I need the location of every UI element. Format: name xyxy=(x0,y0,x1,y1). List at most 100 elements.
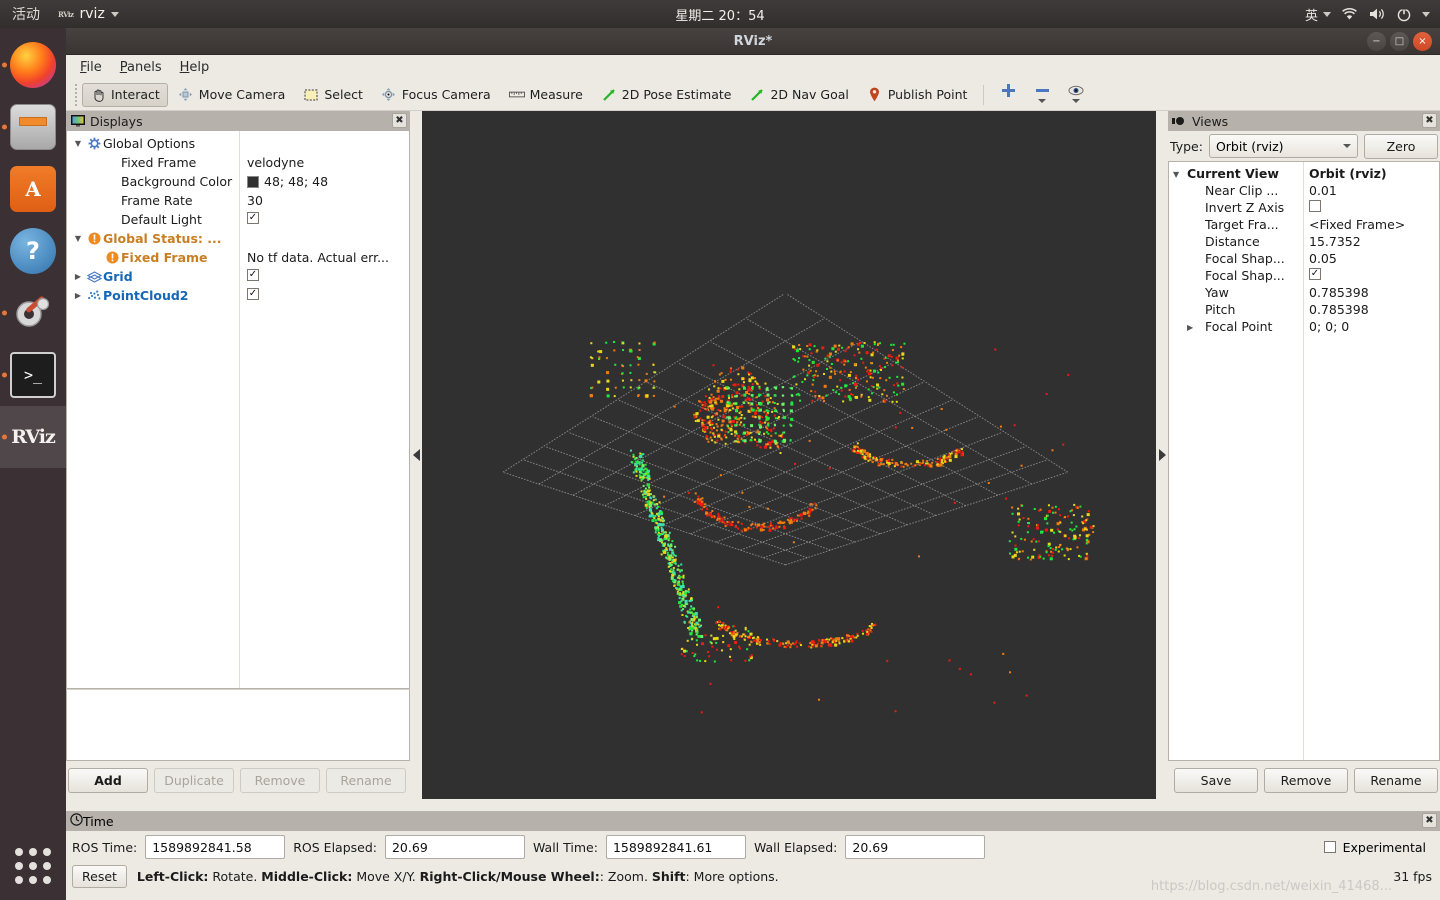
displays-row-global-options[interactable]: ▼Global Options xyxy=(67,134,409,153)
rename-view-button[interactable]: Rename xyxy=(1354,768,1438,793)
expand-arrow-closed-icon[interactable]: ▶ xyxy=(1187,323,1193,332)
views-row-value[interactable]: 0.05 xyxy=(1309,251,1337,266)
chevron-down-icon[interactable] xyxy=(1422,12,1430,17)
wall-elapsed-input[interactable]: 20.69 xyxy=(845,835,985,859)
views-row-value[interactable]: Orbit (rviz) xyxy=(1309,166,1387,181)
displays-row-default-light[interactable]: Default Light✓ xyxy=(67,210,409,229)
launcher-item-files[interactable] xyxy=(0,96,66,158)
displays-row-fixed-frame[interactable]: Fixed Framevelodyne xyxy=(67,153,409,172)
views-tree[interactable]: ▼Current ViewOrbit (rviz)Near Clip ...0.… xyxy=(1168,161,1440,761)
menu-panels[interactable]: Panels xyxy=(120,60,162,75)
expand-arrow-closed-icon[interactable]: ▶ xyxy=(71,291,85,300)
tool-interact[interactable]: Interact xyxy=(82,83,168,107)
tool-publish-point[interactable]: Publish Point xyxy=(859,83,976,107)
views-row-value[interactable] xyxy=(1309,200,1321,212)
displays-row-value[interactable]: 30 xyxy=(247,193,263,208)
volume-icon[interactable] xyxy=(1368,7,1386,21)
tool-2d-nav-goal[interactable]: 2D Nav Goal xyxy=(741,83,856,107)
tool-focus-camera[interactable]: Focus Camera xyxy=(373,83,499,107)
3d-viewport[interactable] xyxy=(422,111,1156,799)
checkbox[interactable]: ✓ xyxy=(247,212,259,224)
displays-row-frame-rate[interactable]: Frame Rate30 xyxy=(67,191,409,210)
remove-view-button[interactable]: Remove xyxy=(1264,768,1348,793)
views-row-distance[interactable]: Distance15.7352 xyxy=(1169,234,1439,251)
expand-arrow-open-icon[interactable]: ▼ xyxy=(71,139,85,148)
close-icon[interactable]: ✖ xyxy=(1422,113,1437,128)
zero-button[interactable]: Zero xyxy=(1364,134,1438,159)
views-row-pitch[interactable]: Pitch0.785398 xyxy=(1169,302,1439,319)
add-button[interactable]: Add xyxy=(68,768,148,793)
views-row-focal-shap[interactable]: Focal Shap...✓ xyxy=(1169,268,1439,285)
displays-row-value[interactable]: No tf data. Actual err... xyxy=(247,250,389,265)
displays-row-pointcloud2[interactable]: ▶PointCloud2✓ xyxy=(67,286,409,305)
expand-arrow-open-icon[interactable]: ▼ xyxy=(71,234,85,243)
displays-row-global-status[interactable]: ▼Global Status: ... xyxy=(67,229,409,248)
tool-move-camera[interactable]: Move Camera xyxy=(170,83,294,107)
views-row-focal-shap[interactable]: Focal Shap...0.05 xyxy=(1169,251,1439,268)
launcher-item-software[interactable]: A xyxy=(0,158,66,220)
toolbar-grip[interactable] xyxy=(72,84,80,106)
remove-tool-button[interactable] xyxy=(1026,83,1058,107)
tool-2d-pose-estimate[interactable]: 2D Pose Estimate xyxy=(593,83,740,107)
views-row-yaw[interactable]: Yaw0.785398 xyxy=(1169,285,1439,302)
experimental-checkbox[interactable] xyxy=(1324,841,1336,853)
launcher-item-rviz[interactable]: RViz xyxy=(0,406,66,468)
wifi-icon[interactable] xyxy=(1341,7,1358,21)
displays-row-value[interactable]: ✓ xyxy=(247,269,259,281)
menu-help[interactable]: Help xyxy=(180,60,210,75)
power-icon[interactable] xyxy=(1396,7,1412,22)
reset-button[interactable]: Reset xyxy=(72,865,127,888)
views-row-value[interactable]: 0.785398 xyxy=(1309,302,1369,317)
save-button[interactable]: Save xyxy=(1174,768,1258,793)
launcher-item-firefox[interactable] xyxy=(0,34,66,96)
checkbox[interactable]: ✓ xyxy=(247,269,259,281)
visibility-button[interactable] xyxy=(1060,83,1092,107)
clock[interactable]: 星期二 20：54 xyxy=(0,5,1440,24)
displays-row-fixed-frame[interactable]: Fixed FrameNo tf data. Actual err... xyxy=(67,248,409,267)
displays-row-grid[interactable]: ▶Grid✓ xyxy=(67,267,409,286)
displays-row-value[interactable]: ✓ xyxy=(247,212,259,224)
expand-arrow-open-icon[interactable]: ▼ xyxy=(1173,170,1179,179)
displays-tree[interactable]: ▼Global OptionsFixed FramevelodyneBackgr… xyxy=(66,131,410,689)
collapse-left-splitter[interactable] xyxy=(410,111,422,799)
views-row-focal-point[interactable]: ▶Focal Point0; 0; 0 xyxy=(1169,319,1439,336)
show-applications-button[interactable] xyxy=(0,838,66,894)
wall-time-input[interactable]: 1589892841.61 xyxy=(606,835,746,859)
color-swatch[interactable] xyxy=(247,176,259,188)
displays-row-value[interactable]: velodyne xyxy=(247,155,304,170)
views-row-value[interactable]: 0.01 xyxy=(1309,183,1337,198)
add-tool-button[interactable] xyxy=(992,83,1024,107)
close-icon[interactable]: ✖ xyxy=(1422,813,1437,828)
launcher-item-settings[interactable] xyxy=(0,282,66,344)
tool-measure[interactable]: Measure xyxy=(501,83,591,107)
checkbox[interactable]: ✓ xyxy=(247,288,259,300)
maximize-button[interactable]: □ xyxy=(1390,32,1409,51)
experimental-toggle[interactable]: Experimental xyxy=(1324,840,1426,855)
views-row-target-fra[interactable]: Target Fra...<Fixed Frame> xyxy=(1169,217,1439,234)
views-row-value[interactable]: 0; 0; 0 xyxy=(1309,319,1349,334)
views-row-invert-z-axis[interactable]: Invert Z Axis xyxy=(1169,200,1439,217)
views-row-near-clip[interactable]: Near Clip ...0.01 xyxy=(1169,183,1439,200)
displays-row-value[interactable]: ✓ xyxy=(247,288,259,300)
views-row-current-view[interactable]: ▼Current ViewOrbit (rviz) xyxy=(1169,166,1439,183)
views-row-value[interactable]: 15.7352 xyxy=(1309,234,1361,249)
displays-row-value[interactable]: 48; 48; 48 xyxy=(247,174,328,189)
expand-arrow-closed-icon[interactable]: ▶ xyxy=(71,272,85,281)
launcher-item-help[interactable]: ? xyxy=(0,220,66,282)
input-method-indicator[interactable]: 英 xyxy=(1305,5,1331,24)
displays-row-background-color[interactable]: Background Color48; 48; 48 xyxy=(67,172,409,191)
ros-time-input[interactable]: 1589892841.58 xyxy=(145,835,285,859)
launcher-item-terminal[interactable]: >_ xyxy=(0,344,66,406)
checkbox[interactable] xyxy=(1309,200,1321,212)
ros-elapsed-input[interactable]: 20.69 xyxy=(385,835,525,859)
close-button[interactable]: × xyxy=(1413,32,1432,51)
checkbox[interactable]: ✓ xyxy=(1309,268,1321,280)
close-icon[interactable]: ✖ xyxy=(392,113,407,128)
views-row-value[interactable]: ✓ xyxy=(1309,268,1321,280)
minimize-button[interactable]: − xyxy=(1367,32,1386,51)
views-row-value[interactable]: 0.785398 xyxy=(1309,285,1369,300)
tool-select[interactable]: Select xyxy=(295,83,371,107)
collapse-right-splitter[interactable] xyxy=(1156,111,1168,799)
view-type-select[interactable]: Orbit (rviz) xyxy=(1209,134,1358,158)
menu-file[interactable]: File xyxy=(80,60,102,75)
